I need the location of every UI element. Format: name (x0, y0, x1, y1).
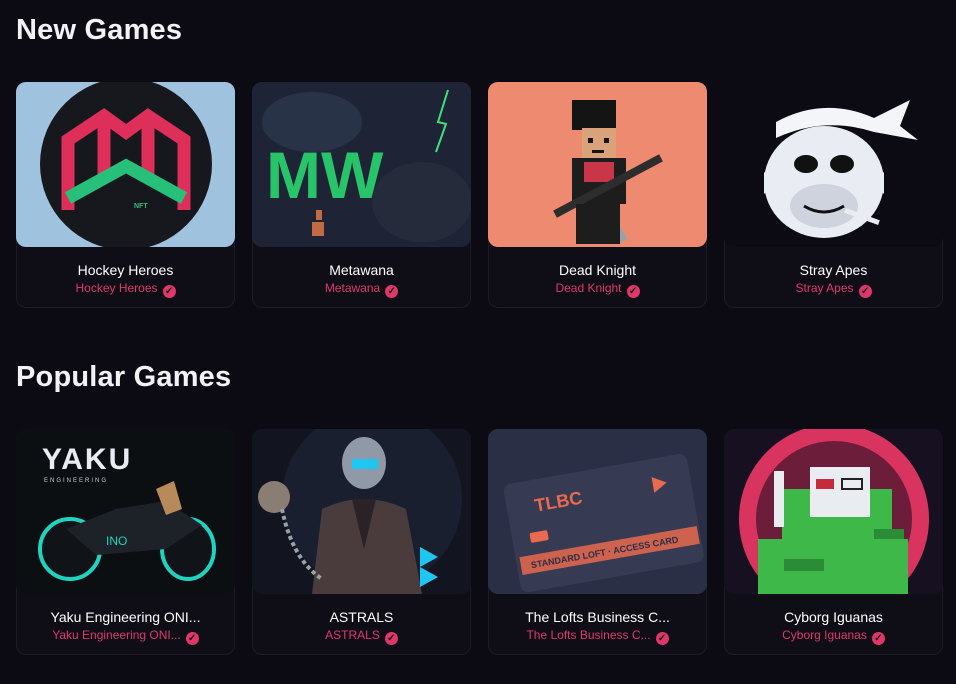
card-creator[interactable]: Hockey Heroes ✓ (17, 281, 234, 298)
creator-name: Dead Knight (555, 281, 622, 295)
card-creator[interactable]: The Lofts Business C... ✓ (489, 628, 706, 645)
creator-name: Yaku Engineering ONI... (52, 628, 181, 642)
creator-name: Stray Apes (795, 281, 854, 295)
dead-knight-image (488, 82, 707, 247)
stray-apes-image (724, 82, 943, 247)
game-card-metawana[interactable]: MW Metawana Metawana ✓ (252, 82, 471, 308)
yaku-sub-art-text: ENGINEERING (44, 478, 108, 484)
check-badge-icon: ✓ (162, 285, 176, 298)
check-badge-icon: ✓ (185, 632, 199, 645)
card-title: Dead Knight (558, 262, 637, 278)
section-title-new-games: New Games (16, 14, 183, 46)
card-title: Stray Apes (799, 262, 868, 278)
popular-games-row: YAKU ENGINEERING INO Yaku Engineering ON… (16, 429, 956, 655)
card-title: Hockey Heroes (77, 262, 174, 278)
check-badge-icon: ✓ (871, 632, 885, 645)
new-games-row: NFT Hockey Heroes Hockey Heroes ✓ MW Meta… (16, 82, 956, 308)
creator-name: Metawana (324, 281, 381, 295)
card-creator[interactable]: ASTRALS ✓ (253, 628, 470, 645)
card-title: Yaku Engineering ONI... (50, 609, 201, 625)
game-card-yaku-engineering[interactable]: YAKU ENGINEERING INO Yaku Engineering ON… (16, 429, 235, 655)
yaku-image: YAKU ENGINEERING INO (16, 429, 235, 594)
svg-text:INO: INO (106, 534, 127, 548)
check-badge-icon: ✓ (384, 632, 398, 645)
card-creator[interactable]: Metawana ✓ (253, 281, 470, 298)
cyborg-iguana-image (724, 429, 943, 594)
game-card-dead-knight[interactable]: Dead Knight Dead Knight ✓ (488, 82, 707, 308)
hockey-heroes-image: NFT (16, 82, 235, 247)
metawana-image: MW (252, 82, 471, 247)
check-badge-icon: ✓ (385, 285, 399, 298)
creator-name: ASTRALS (325, 628, 380, 642)
check-badge-icon: ✓ (626, 285, 640, 298)
check-badge-icon: ✓ (858, 285, 872, 298)
creator-name: Hockey Heroes (75, 281, 158, 295)
game-card-stray-apes[interactable]: Stray Apes Stray Apes ✓ (724, 82, 943, 308)
game-card-the-lofts[interactable]: TLBC STANDARD LOFT · ACCESS CARD The Lof… (488, 429, 707, 655)
card-creator[interactable]: Stray Apes ✓ (725, 281, 942, 298)
card-creator[interactable]: Yaku Engineering ONI... ✓ (17, 628, 234, 645)
card-creator[interactable]: Dead Knight ✓ (489, 281, 706, 298)
card-title: ASTRALS (329, 609, 394, 625)
creator-name: Cyborg Iguanas (782, 628, 867, 642)
card-title: Cyborg Iguanas (784, 609, 883, 625)
tlbc-image: TLBC STANDARD LOFT · ACCESS CARD (488, 429, 707, 594)
creator-name: The Lofts Business C... (526, 628, 651, 642)
card-creator[interactable]: Cyborg Iguanas ✓ (725, 628, 942, 645)
check-badge-icon: ✓ (655, 632, 669, 645)
astrals-image (252, 429, 471, 594)
game-card-hockey-heroes[interactable]: NFT Hockey Heroes Hockey Heroes ✓ (16, 82, 235, 308)
game-card-cyborg-iguanas[interactable]: Cyborg Iguanas Cyborg Iguanas ✓ (724, 429, 943, 655)
card-title: Metawana (329, 262, 394, 278)
mw-art-text: MW (266, 138, 384, 212)
card-title: The Lofts Business C... (525, 609, 670, 625)
game-card-astrals[interactable]: ASTRALS ASTRALS ✓ (252, 429, 471, 655)
section-title-popular-games: Popular Games (16, 361, 232, 393)
yaku-art-text: YAKU (42, 443, 132, 476)
nft-art-text: NFT (134, 203, 148, 210)
